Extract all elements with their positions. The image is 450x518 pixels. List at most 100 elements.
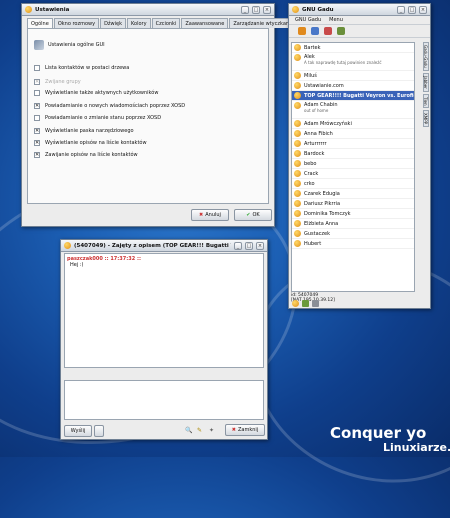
option-label: Powiadamianie o nowych wiadomościach pop… — [45, 103, 186, 109]
maximize-icon[interactable]: □ — [408, 5, 416, 14]
option-row[interactable]: ✕ Zwijane grupy — [34, 79, 81, 85]
maximize-icon[interactable]: □ — [245, 241, 253, 250]
checkbox[interactable]: ✕ — [34, 103, 40, 109]
checkbox[interactable]: ✕ — [34, 140, 40, 146]
tab-4[interactable]: Czcionki — [151, 18, 181, 28]
contact-item[interactable]: Dominika Tomczyk — [292, 209, 414, 219]
contact-name: crko — [304, 180, 315, 187]
contact-item[interactable]: Alek A tak naprawdę tutaj powinien znaleź… — [292, 53, 414, 71]
protocol-tab[interactable]: Gadu-Gadu — [423, 42, 429, 71]
contact-item[interactable]: Arturrrrrr — [292, 139, 414, 149]
contact-name: Anna Fibich — [304, 130, 333, 137]
cancel-button[interactable]: ✖ Anuluj — [191, 209, 229, 221]
gadu-titlebar[interactable]: GNU Gadu _ □ × — [289, 4, 430, 16]
contact-item[interactable]: Hubert — [292, 239, 414, 249]
contact-item[interactable]: Bardock — [292, 149, 414, 159]
contact-item[interactable]: Adam Mrówczyński — [292, 119, 414, 129]
gadu-app-icon — [292, 6, 299, 13]
add-contact-icon[interactable] — [311, 27, 319, 35]
checkbox[interactable] — [34, 65, 40, 71]
contact-item[interactable]: bebo — [292, 159, 414, 169]
window-title: Ustawienia — [35, 6, 70, 13]
settings-titlebar[interactable]: Ustawienia _ □ × — [22, 4, 274, 16]
contact-name: Elżbieta Anna — [304, 220, 339, 227]
contact-item[interactable]: Ustawianie.com — [292, 81, 414, 91]
search-icon[interactable] — [324, 27, 332, 35]
wallpaper-slogan: Conquer yo — [330, 424, 427, 442]
option-row[interactable]: ✕ Powiadamianie o nowych wiadomościach po… — [34, 103, 185, 109]
settings-panel: Ustawienia ogólne GUI Lista kontaktów w … — [27, 28, 269, 204]
close-button[interactable]: ✖ Zamknij — [225, 424, 265, 436]
contact-item[interactable]: Bartek — [292, 43, 414, 53]
contact-item[interactable]: crko — [292, 179, 414, 189]
option-row[interactable]: ✕ Zawijanie opisów na liście kontaktów — [34, 152, 138, 158]
maximize-icon[interactable]: □ — [252, 5, 260, 14]
protocol-tab[interactable]: Tlen — [423, 93, 429, 109]
option-label: Lista kontaktów w postaci drzewa — [45, 65, 130, 71]
close-icon[interactable]: × — [256, 241, 264, 250]
tab-6[interactable]: Zarządzanie wtyczkami — [229, 18, 297, 28]
checkbox[interactable] — [34, 90, 40, 96]
tab-0[interactable]: Ogólne — [27, 18, 53, 28]
ok-button[interactable]: ✔ OK — [234, 209, 272, 221]
checkbox[interactable]: ✕ — [34, 128, 40, 134]
contact-name: Czarek Edugia — [304, 190, 340, 197]
contact-item[interactable]: Czarek Edugia — [292, 189, 414, 199]
contact-name: TOP GEAR!!!! Bugatti Veyron vs. Eurofigh… — [304, 92, 414, 99]
protocol-tab[interactable]: Jabber — [423, 72, 429, 92]
contact-status-icon — [294, 160, 301, 167]
status-sun-icon[interactable] — [292, 300, 299, 307]
close-icon[interactable]: × — [263, 5, 271, 14]
message-input[interactable] — [64, 380, 264, 420]
cancel-icon: ✖ — [199, 212, 204, 218]
checkbox[interactable]: ✕ — [34, 79, 40, 85]
menu-gnu-gadu[interactable]: GNU Gadu — [295, 17, 321, 23]
message-history[interactable]: paszczak000 :: 17:37:32 :: Hej :) — [64, 253, 264, 368]
contact-item[interactable]: Elżbieta Anna — [292, 219, 414, 229]
emoticon-icon[interactable]: ✎ — [197, 427, 202, 434]
option-row[interactable]: ✕ Wyświetlanie opisów na liście kontaktów — [34, 140, 147, 146]
trash-icon[interactable] — [312, 300, 319, 307]
close-icon[interactable]: × — [419, 5, 427, 14]
format-button[interactable] — [94, 425, 104, 437]
option-row[interactable]: Wyświetlanie także aktywnych użytkownikó… — [34, 90, 158, 96]
tab-5[interactable]: Zaawansowane — [181, 18, 229, 28]
contact-item[interactable]: Adam Chabin out of home — [292, 101, 414, 119]
contact-item[interactable]: TOP GEAR!!!! Bugatti Veyron vs. Eurofigh… — [292, 91, 414, 101]
contact-item[interactable]: Miluś — [292, 71, 414, 81]
filter-icon[interactable] — [302, 300, 309, 307]
menu-menu[interactable]: Menu — [329, 17, 343, 23]
contact-item[interactable]: Crack — [292, 169, 414, 179]
tab-2[interactable]: Dźwięk — [100, 18, 127, 28]
contact-name: Hubert — [304, 240, 322, 247]
minimize-icon[interactable]: _ — [397, 5, 405, 14]
contact-status-icon — [294, 240, 301, 247]
tab-1[interactable]: Okno rozmowy — [53, 18, 100, 28]
contact-name: bebo — [304, 160, 317, 167]
settings-icon[interactable]: ✦ — [209, 427, 214, 434]
option-row[interactable]: Lista kontaktów w postaci drzewa — [34, 65, 129, 71]
contact-name: Ustawianie.com — [304, 82, 344, 89]
option-label: Wyświetlanie także aktywnych użytkownikó… — [45, 90, 159, 96]
checkbox[interactable] — [34, 115, 40, 121]
status-icon[interactable] — [298, 27, 306, 35]
chat-title: (5407049) - Zajęty z opisem (TOP GEAR!!!… — [74, 242, 231, 249]
contact-item[interactable]: Anna Fibich — [292, 129, 414, 139]
option-row[interactable]: ✕ Wyświetlanie paska narzędziowego — [34, 128, 134, 134]
gadu-title: GNU Gadu — [302, 6, 334, 13]
send-button[interactable]: Wyślij — [64, 425, 92, 437]
tab-3[interactable]: Kolory — [127, 18, 151, 28]
contact-name: Bartek — [304, 44, 321, 51]
option-row[interactable]: Powiadamianie o zmianie stanu poprzez XO… — [34, 115, 161, 121]
minimize-icon[interactable]: _ — [241, 5, 249, 14]
contact-item[interactable]: Dariusz Pikrria — [292, 199, 414, 209]
preferences-icon[interactable] — [337, 27, 345, 35]
checkbox[interactable]: ✕ — [34, 152, 40, 158]
search-icon[interactable]: 🔍 — [185, 427, 192, 434]
chat-titlebar[interactable]: (5407049) - Zajęty z opisem (TOP GEAR!!!… — [61, 240, 267, 252]
ok-icon: ✔ — [246, 212, 251, 218]
protocol-tab[interactable]: XMPP — [423, 110, 429, 128]
contact-item[interactable]: Gustaczek — [292, 229, 414, 239]
contact-status-icon — [294, 230, 301, 237]
minimize-icon[interactable]: _ — [234, 241, 242, 250]
